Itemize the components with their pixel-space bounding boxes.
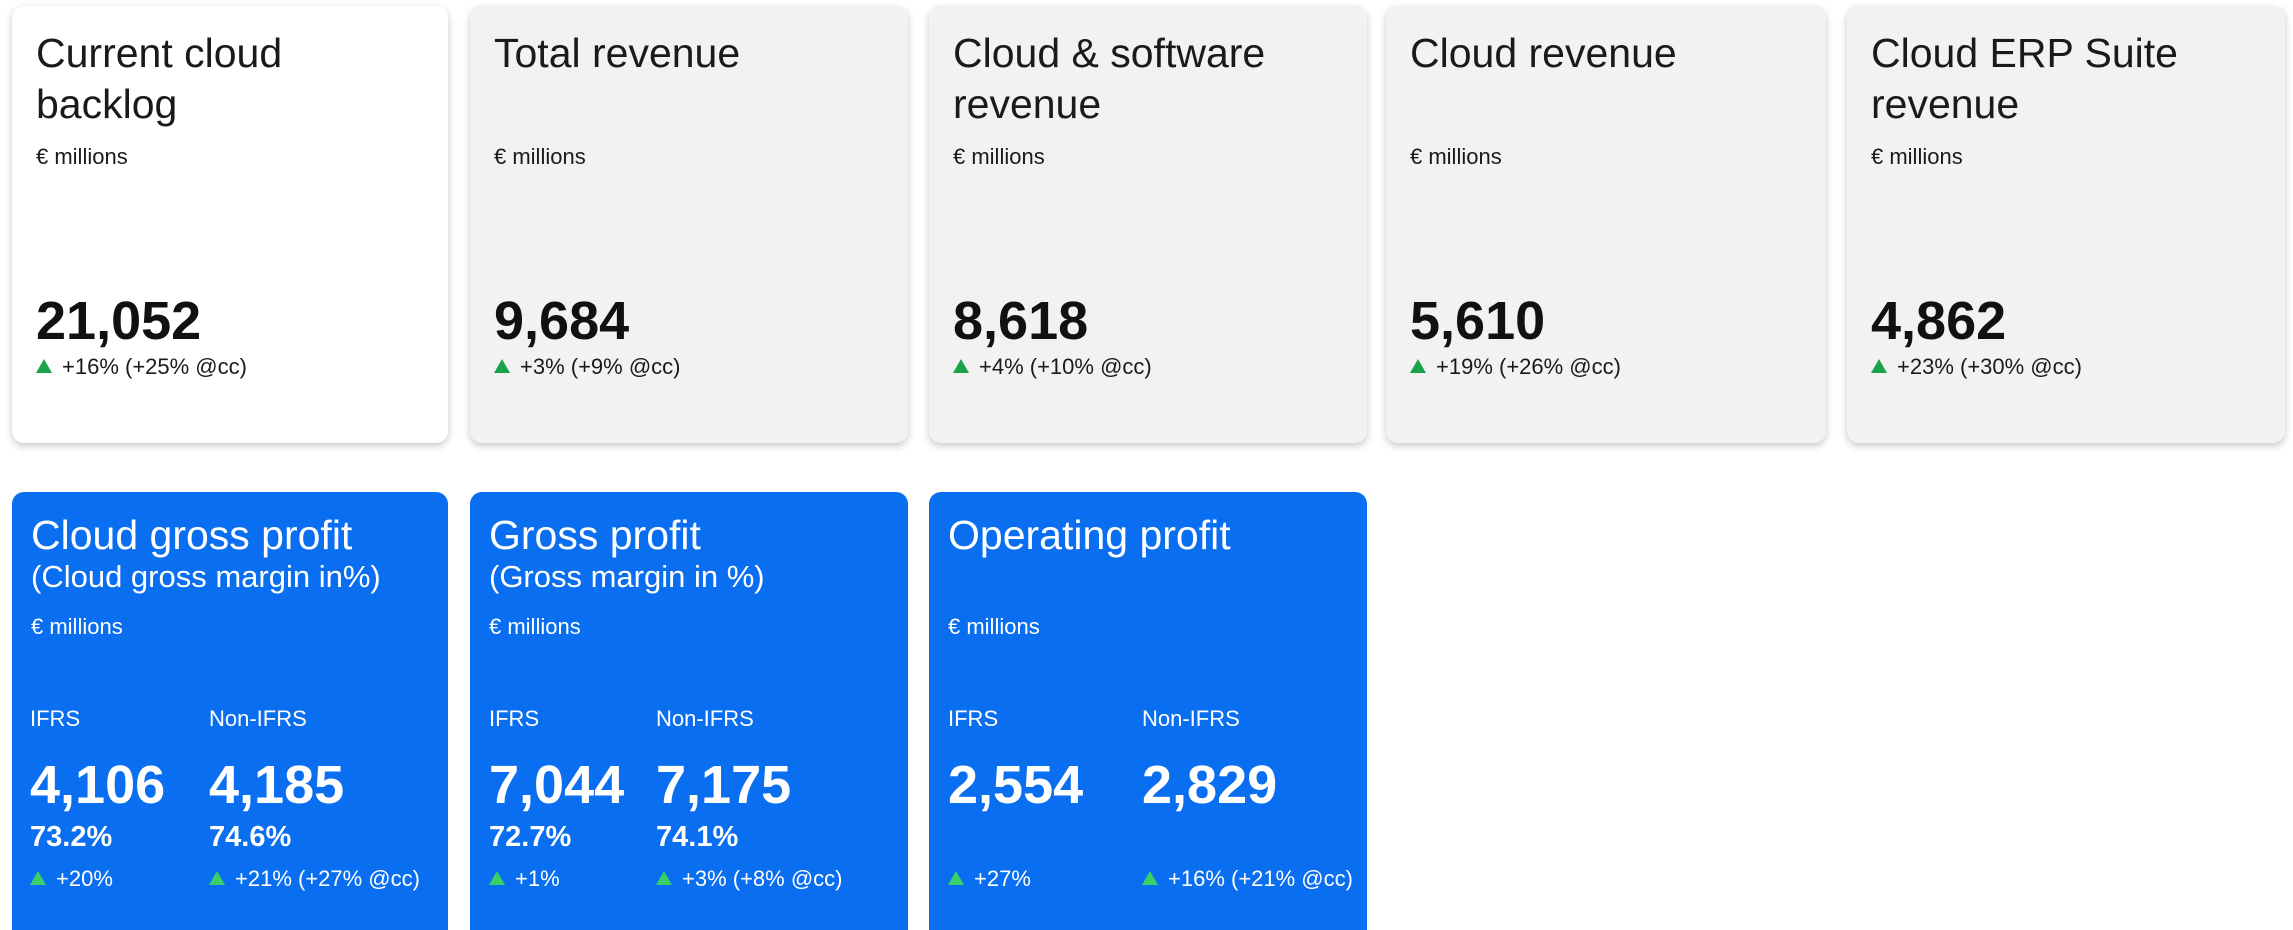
column-label: IFRS [489,706,540,731]
card-title: Cloud gross profit [31,512,353,558]
column-margin: 72.7% [489,821,572,853]
card-unit: € millions [1410,144,1502,169]
column-change: +21% (+27% @cc) [209,866,420,892]
card-title: Operating profit [948,512,1231,558]
card-subtitle: (Cloud gross margin in%) [31,559,381,594]
column-value: 4,185 [209,755,345,815]
triangle-up-icon [953,359,969,373]
triangle-up-icon [1410,359,1426,373]
column-change: +16% (+21% @cc) [1142,866,1353,892]
column-label: Non-IFRS [656,706,754,731]
triangle-up-icon [1142,871,1158,885]
column-change: +27% [948,866,1031,892]
card-unit: € millions [31,614,123,639]
column-label: Non-IFRS [209,706,307,731]
profit-card-operating-profit: Operating profit € millions IFRS 2,554 +… [929,492,1367,930]
profit-card-gross-profit: Gross profit (Gross margin in %) € milli… [470,492,908,930]
card-value: 5,610 [1410,291,1546,351]
triangle-up-icon [209,871,225,885]
card-title: Cloud ERP Suite revenue [1871,30,2178,127]
kpi-card-cloud-software-revenue: Cloud & software revenue € millions 8,61… [929,6,1367,443]
card-title: Current cloud backlog [36,30,283,127]
kpi-card-total-revenue: Total revenue € millions 9,684 +3% (+9% … [470,6,908,443]
card-unit: € millions [36,144,128,169]
card-unit: € millions [948,614,1040,639]
kpi-card-current-cloud-backlog: Current cloud backlog € millions 21,052 … [12,6,448,443]
card-subtitle: (Gross margin in %) [489,559,765,594]
triangle-up-icon [948,871,964,885]
column-margin: 74.1% [656,821,739,853]
card-title: Cloud revenue [1410,30,1677,76]
column-value: 7,044 [489,755,625,815]
triangle-up-icon [489,871,505,885]
card-value: 21,052 [36,291,202,351]
card-unit: € millions [1871,144,1963,169]
triangle-up-icon [656,871,672,885]
card-change: +4% (+10% @cc) [953,354,1152,380]
card-change: +16% (+25% @cc) [36,354,247,380]
column-value: 4,106 [30,755,166,815]
kpi-card-cloud-erp-suite-revenue: Cloud ERP Suite revenue € millions 4,862… [1847,6,2285,443]
column-change: +3% (+8% @cc) [656,866,843,892]
triangle-up-icon [30,871,46,885]
card-unit: € millions [494,144,586,169]
card-title: Cloud & software revenue [953,30,1266,127]
column-value: 2,554 [948,755,1084,815]
card-value: 9,684 [494,291,630,351]
card-unit: € millions [953,144,1045,169]
card-title: Total revenue [494,30,741,76]
triangle-up-icon [36,359,52,373]
profit-card-cloud-gross-profit: Cloud gross profit (Cloud gross margin i… [12,492,448,930]
card-change: +3% (+9% @cc) [494,354,681,380]
column-change: +1% [489,866,560,892]
kpi-card-cloud-revenue: Cloud revenue € millions 5,610 +19% (+26… [1386,6,1826,443]
column-label: Non-IFRS [1142,706,1240,731]
triangle-up-icon [1871,359,1887,373]
card-title: Gross profit [489,512,701,558]
column-label: IFRS [948,706,999,731]
column-value: 7,175 [656,755,792,815]
card-value: 8,618 [953,291,1089,351]
card-value: 4,862 [1871,291,2007,351]
triangle-up-icon [494,359,510,373]
column-margin: 73.2% [30,821,113,853]
column-label: IFRS [30,706,81,731]
card-unit: € millions [489,614,581,639]
card-change: +23% (+30% @cc) [1871,354,2082,380]
column-margin: 74.6% [209,821,292,853]
column-value: 2,829 [1142,755,1278,815]
card-change: +19% (+26% @cc) [1410,354,1621,380]
column-change: +20% [30,866,113,892]
